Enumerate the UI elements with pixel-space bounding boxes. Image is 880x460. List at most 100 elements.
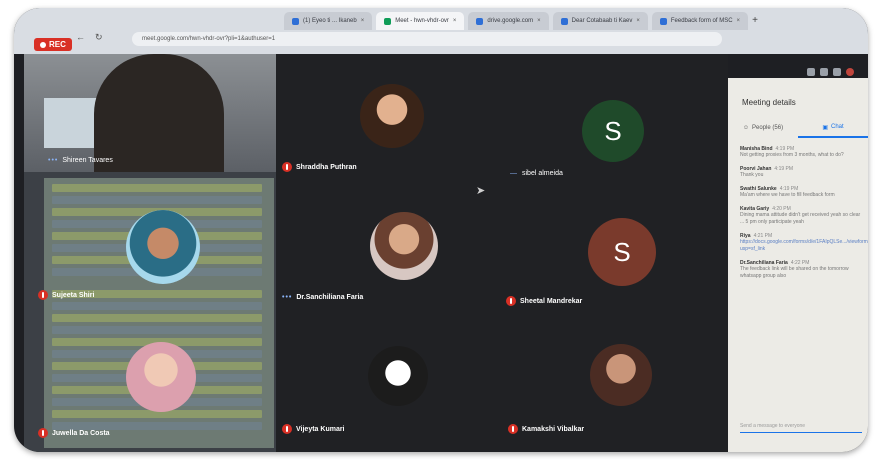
message-text: The feedback link will be shared on the …: [740, 266, 849, 279]
recording-badge: REC: [34, 38, 72, 51]
participant-name-label: — sibel almeida: [510, 170, 563, 177]
record-icon: [40, 41, 46, 48]
browser-tab[interactable]: drive.google.com ×: [468, 12, 549, 30]
participant-grid: Shraddha Puthran S — sibel almeida ••• Dr.…: [276, 54, 728, 452]
avatar-letter: S: [604, 115, 622, 146]
mouse-cursor-icon: ➤: [476, 185, 486, 197]
participant-avatar: [368, 346, 428, 406]
mic-off-icon: [508, 424, 518, 434]
audio-level-icon: •••: [282, 294, 293, 301]
panel-tabs: ☺ People (56) ▣ Chat: [728, 118, 868, 138]
meeting-details-panel: Meeting details ☺ People (56) ▣ Chat Manis…: [728, 78, 868, 452]
tab-title: Dear Cotabaab ti Kaev: [571, 18, 633, 24]
favicon-icon: [292, 17, 299, 25]
close-icon[interactable]: ×: [453, 18, 457, 24]
close-icon[interactable]: ×: [737, 18, 741, 24]
chat-message: Manisha Bind 4:19 PM Not getting proxies f…: [740, 146, 864, 159]
participant-name: Sujeeta Shiri: [52, 291, 95, 299]
doc-row: [52, 326, 262, 334]
participant-avatar: [126, 210, 200, 284]
participant-avatar: [360, 84, 424, 148]
audio-level-icon: —: [510, 170, 518, 177]
doc-row: [52, 302, 262, 310]
message-link[interactable]: https://docs.google.com/forms/d/e/1FAIpQ…: [740, 239, 868, 253]
tab-chat[interactable]: ▣ Chat: [798, 118, 868, 138]
self-view-tile: ••• Shireen Tavares: [24, 54, 276, 172]
reload-icon[interactable]: ↻: [95, 32, 103, 43]
chat-message: Dr.Sanchiliana Faria 4:22 PM The feedback …: [740, 260, 864, 280]
audio-level-icon: •••: [48, 157, 59, 164]
participant-avatar: [126, 342, 196, 412]
doc-row: [52, 184, 262, 192]
browser-chrome: ← ↻ (1) Eyeo ti ... Ikaneb × Meet - hwn-v…: [14, 8, 868, 54]
participant-name: Sheetal Mandrekar: [520, 297, 583, 305]
participant-name: Juwella Da Costa: [52, 429, 110, 437]
participant-avatar: S: [588, 218, 656, 286]
chat-message: Poorvi Jahan 4:19 PM Thank you: [740, 166, 864, 179]
close-icon[interactable]: ×: [636, 18, 640, 24]
tab-title: Meet - hwn-vhdr-ovr: [395, 18, 449, 24]
browser-tab-active[interactable]: Meet - hwn-vhdr-ovr ×: [376, 12, 465, 30]
close-icon[interactable]: ×: [361, 18, 365, 24]
participant-name-label: Sheetal Mandrekar: [506, 296, 582, 306]
participant-name: Dr.Sanchiliana Faria: [296, 294, 364, 301]
message-text: Dining mama attitude didn't get received…: [740, 212, 861, 225]
chat-icon: ▣: [822, 124, 828, 131]
profile-avatar[interactable]: [846, 68, 854, 76]
browser-tab[interactable]: Dear Cotabaab ti Kaev ×: [552, 12, 648, 30]
extension-icons: [807, 68, 854, 76]
panel-title: Meeting details: [742, 98, 796, 107]
participant-name-label: Shraddha Puthran: [282, 162, 357, 172]
participant-name: Shireen Tavares: [62, 157, 113, 164]
participant-avatar: S: [582, 100, 644, 162]
participant-name: Vijeyta Kumari: [296, 425, 345, 433]
tab-people[interactable]: ☺ People (56): [728, 118, 798, 138]
extension-icon[interactable]: [833, 68, 841, 76]
participant-name-label: Juwella Da Costa: [38, 428, 110, 438]
extension-icon[interactable]: [807, 68, 815, 76]
browser-tab[interactable]: Feedback form of MSC ×: [651, 12, 749, 30]
address-bar[interactable]: meet.google.com/hwn-vhdr-ovr?pli=1&authu…: [132, 32, 722, 46]
screen-photo: ← ↻ (1) Eyeo ti ... Ikaneb × Meet - hwn-v…: [14, 8, 868, 452]
participant-avatar: [590, 344, 652, 406]
chat-input[interactable]: Send a message to everyone: [740, 420, 862, 433]
message-text: Not getting proxies from 3 months, what …: [740, 152, 844, 158]
chat-messages: Manisha Bind 4:19 PM Not getting proxies f…: [740, 146, 868, 287]
mic-off-icon: [282, 162, 292, 172]
close-icon[interactable]: ×: [537, 18, 541, 24]
participant-name-label: ••• Dr.Sanchiliana Faria: [282, 294, 363, 301]
participant-avatar: [370, 212, 438, 280]
doc-row: [52, 314, 262, 322]
tab-label: People (56): [752, 125, 784, 131]
mic-off-icon: [282, 424, 292, 434]
favicon-icon: [560, 17, 568, 25]
participant-name-label: Vijeyta Kumari: [282, 424, 345, 434]
mic-off-icon: [506, 296, 516, 306]
tab-title: (1) Eyeo ti ... Ikaneb: [303, 18, 357, 24]
chat-message: Riya 4:21 PM https://docs.google.com/forms…: [740, 233, 868, 253]
extension-icon[interactable]: [820, 68, 828, 76]
avatar-letter: S: [613, 236, 631, 267]
recording-label: REC: [49, 40, 66, 49]
presenter-panel: ••• Shireen Tavares Sujeeta Shiri Juwell…: [24, 38, 276, 452]
self-video: [94, 54, 224, 172]
message-text: Ma'am where we have to fill feedback for…: [740, 192, 835, 198]
tab-title: Feedback form of MSC: [670, 18, 733, 24]
participant-name-label: Kamakshi Vibalkar: [508, 424, 584, 434]
participant-name: Kamakshi Vibalkar: [522, 425, 585, 433]
new-tab-button[interactable]: +: [752, 12, 758, 32]
chat-message: Kavita Gariy 4:20 PM Dining mama attitude …: [740, 206, 864, 226]
favicon-icon: [476, 17, 484, 25]
participant-name-label: Sujeeta Shiri: [38, 290, 94, 300]
browser-nav: ← ↻: [76, 32, 103, 43]
participant-name: Shraddha Puthran: [296, 163, 357, 171]
mic-off-icon: [38, 428, 48, 438]
message-time: 4:19 PM: [774, 166, 794, 172]
participant-name: sibel almeida: [522, 170, 563, 177]
favicon-icon: [384, 17, 392, 25]
people-icon: ☺: [742, 125, 750, 131]
self-name-label: ••• Shireen Tavares: [48, 157, 113, 164]
chat-message: Swathi Salunke 4:19 PM Ma'am where we have…: [740, 186, 864, 199]
back-icon[interactable]: ←: [76, 32, 85, 43]
browser-tab[interactable]: (1) Eyeo ti ... Ikaneb ×: [284, 12, 373, 30]
